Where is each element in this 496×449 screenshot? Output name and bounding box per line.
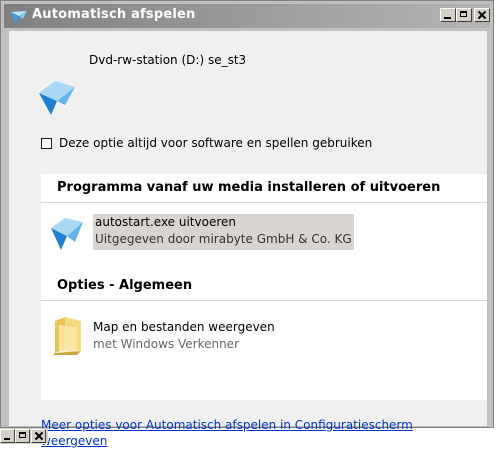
open-folder-subtitle: met Windows Verkenner [93,337,239,351]
minimize-button[interactable] [0,429,15,443]
dvd-drive-icon [39,81,75,115]
control-panel-link[interactable]: Meer opties voor Automatisch afspelen in… [41,417,461,449]
dialog-body: Dvd-rw-station (D:) se_st3 Deze optie al… [9,31,487,448]
options-panel: Programma vanaf uw media installeren of … [41,174,487,400]
always-use-option[interactable]: Deze optie altijd voor software en spell… [41,136,372,150]
run-autostart-title: autostart.exe uitvoeren [95,215,236,229]
autoplay-window: Automatisch afspelen Dvd-rw-station (D:)… [0,0,494,448]
device-label: Dvd-rw-station (D:) se_st3 [89,53,247,67]
run-autostart-text[interactable]: autostart.exe uitvoeren Uitgegeven door … [93,214,354,250]
autoplay-icon [11,11,27,24]
run-autostart-publisher: Uitgegeven door mirabyte GmbH & Co. KG [95,232,352,246]
minimized-window-controls [0,428,48,444]
open-folder-title: Map en bestanden weergeven [93,320,275,334]
open-folder-text[interactable]: Map en bestanden weergeven met Windows V… [93,319,275,353]
run-autostart-option[interactable]: autostart.exe uitvoeren Uitgegeven door … [49,212,469,252]
section-header-install: Programma vanaf uw media installeren of … [57,180,441,195]
close-button[interactable] [474,8,490,22]
always-use-checkbox[interactable] [41,137,52,149]
window-title: Automatisch afspelen [32,7,196,22]
section-divider [41,202,487,203]
open-folder-option[interactable]: Map en bestanden weergeven met Windows V… [49,315,469,355]
maximize-button[interactable] [456,8,472,22]
title-bar[interactable]: Automatisch afspelen [4,4,490,28]
minimize-button[interactable] [440,8,456,22]
section-header-general: Opties - Algemeen [57,278,193,293]
section-divider [41,300,487,301]
maximize-button[interactable] [15,429,30,443]
close-button[interactable] [31,429,46,443]
folder-icon [53,317,81,355]
autoplay-program-icon [51,218,83,250]
always-use-label[interactable]: Deze optie altijd voor software en spell… [59,136,372,150]
